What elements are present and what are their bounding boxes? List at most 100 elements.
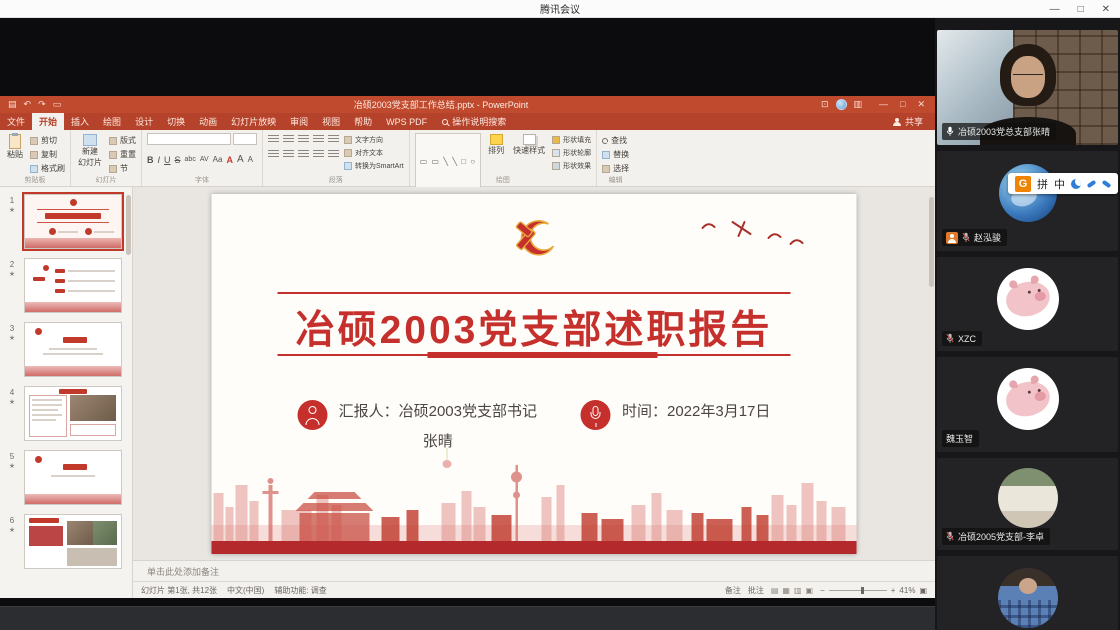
columns-icon[interactable] — [328, 150, 339, 159]
participant-video-tile[interactable]: 冶硕2005党支部-李卓 — [937, 458, 1118, 550]
align-text-button[interactable]: 对齐文本 — [344, 148, 404, 158]
notes-pane[interactable]: 单击此处添加备注 — [133, 560, 935, 581]
numbering-icon[interactable] — [283, 135, 294, 144]
thumbnail-scrollbar[interactable] — [126, 195, 131, 255]
slide-thumbnail[interactable] — [24, 450, 122, 505]
paste-button[interactable]: 粘贴 — [5, 133, 25, 161]
zoom-out-button[interactable]: − — [820, 586, 825, 595]
notes-toggle-button[interactable]: 备注 — [725, 585, 741, 596]
text-shadow-button[interactable]: abc — [185, 156, 196, 163]
reading-view-icon[interactable]: ▥ — [794, 586, 802, 595]
zoom-percentage[interactable]: 41% — [899, 586, 915, 595]
change-case-button[interactable]: Aa — [213, 155, 223, 164]
slide-sorter-view-icon[interactable]: ▦ — [782, 586, 790, 595]
text-direction-button[interactable]: 文字方向 — [344, 135, 404, 145]
minimize-button[interactable]: — — [1050, 4, 1060, 15]
participant-video-tile[interactable]: 冶硕2003党总支部张晴 — [937, 30, 1118, 145]
zoom-in-button[interactable]: + — [891, 586, 896, 595]
redo-icon[interactable]: ↷ — [38, 99, 46, 110]
ribbon-display-options-icon[interactable]: ▥ — [854, 99, 863, 110]
slide-thumbnail[interactable] — [24, 258, 122, 313]
zoom-slider-thumb[interactable] — [861, 587, 864, 594]
time-info[interactable]: 时间：2022年3月17日 — [581, 400, 770, 451]
character-spacing-button[interactable]: AV — [200, 156, 209, 163]
convert-smartart-button[interactable]: 转换为SmartArt — [344, 161, 404, 171]
language-indicator[interactable]: 中文(中国) — [227, 585, 264, 596]
thumbnail-item-6[interactable]: 6★ — [0, 514, 126, 569]
select-button[interactable]: 选择 — [602, 163, 629, 174]
tab-design[interactable]: 设计 — [128, 113, 160, 130]
slide-thumbnail[interactable] — [24, 322, 122, 377]
participant-video-tile[interactable]: XZC — [937, 257, 1118, 351]
strikethrough-button[interactable]: S — [175, 155, 181, 165]
shrink-font-button[interactable]: A — [248, 155, 253, 164]
tab-slideshow[interactable]: 幻灯片放映 — [224, 113, 283, 130]
slideshow-icon[interactable]: ▭ — [53, 99, 62, 110]
new-slide-button[interactable]: 新建 幻灯片 — [76, 133, 104, 169]
normal-view-icon[interactable]: ▤ — [771, 586, 779, 595]
indent-increase-icon[interactable] — [313, 135, 324, 144]
slide-1[interactable]: 冶硕2003党支部述职报告 汇报人：冶硕2003党支部书记 张晴 — [212, 194, 857, 554]
accessibility-status[interactable]: 辅助功能: 调查 — [274, 585, 326, 596]
reset-button[interactable]: 重置 — [109, 149, 136, 160]
slide-canvas[interactable]: 冶硕2003党支部述职报告 汇报人：冶硕2003党支部书记 张晴 — [133, 187, 935, 560]
underline-button[interactable]: U — [164, 155, 171, 165]
slide-title[interactable]: 冶硕2003党支部述职报告 — [212, 299, 857, 355]
tab-animations[interactable]: 动画 — [192, 113, 224, 130]
cut-button[interactable]: 剪切 — [30, 135, 65, 146]
tab-file[interactable]: 文件 — [0, 113, 32, 130]
share-button[interactable]: 共享 — [881, 113, 935, 130]
save-icon[interactable]: ▤ — [8, 99, 17, 110]
comments-toggle-button[interactable]: 批注 — [748, 585, 764, 596]
font-size-box[interactable] — [233, 133, 257, 145]
tab-view[interactable]: 视图 — [315, 113, 347, 130]
layout-button[interactable]: 版式 — [109, 135, 136, 146]
replace-button[interactable]: 替换 — [602, 149, 629, 160]
grow-font-button[interactable]: A — [237, 154, 244, 165]
fit-slide-button[interactable]: ▣ — [919, 586, 927, 595]
presenter-info[interactable]: 汇报人：冶硕2003党支部书记 张晴 — [298, 400, 537, 451]
thumbnail-item-4[interactable]: 4★ — [0, 386, 126, 441]
slide-thumbnail[interactable] — [24, 514, 122, 569]
canvas-scrollbar[interactable] — [929, 197, 934, 287]
section-button[interactable]: 节 — [109, 163, 136, 174]
arrange-button[interactable]: 排列 — [486, 133, 506, 157]
zoom-slider[interactable] — [829, 590, 887, 591]
slideshow-view-icon[interactable]: ▣ — [806, 586, 814, 595]
shape-effects-button[interactable]: 形状效果 — [552, 161, 591, 171]
ime-moon-icon[interactable] — [1071, 179, 1081, 189]
shape-outline-button[interactable]: 形状轮廓 — [552, 148, 591, 158]
tab-home[interactable]: 开始 — [32, 113, 64, 130]
participant-video-tile[interactable]: G 拼 中 赵泓骏 — [937, 151, 1118, 251]
slide-thumbnail[interactable] — [24, 386, 122, 441]
align-left-icon[interactable] — [268, 150, 279, 159]
align-center-icon[interactable] — [283, 150, 294, 159]
thumbnail-item-2[interactable]: 2★ — [0, 258, 126, 313]
font-color-button[interactable]: A — [226, 155, 233, 165]
font-name-box[interactable] — [147, 133, 231, 145]
slide-thumbnail[interactable] — [24, 194, 122, 249]
thumbnail-item-5[interactable]: 5★ — [0, 450, 126, 505]
tab-help[interactable]: 帮助 — [347, 113, 379, 130]
thumbnail-item-3[interactable]: 3★ — [0, 322, 126, 377]
line-spacing-icon[interactable] — [328, 135, 339, 144]
ime-wrench-icon[interactable] — [1102, 179, 1112, 187]
tab-insert[interactable]: 插入 — [64, 113, 96, 130]
tab-draw[interactable]: 绘图 — [96, 113, 128, 130]
format-painter-button[interactable]: 格式刷 — [30, 163, 65, 174]
justify-icon[interactable] — [313, 150, 324, 159]
italic-button[interactable]: I — [158, 155, 161, 165]
copy-button[interactable]: 复制 — [30, 149, 65, 160]
participant-video-tile[interactable] — [937, 556, 1118, 630]
presenter-display-icon[interactable]: ⊡ — [821, 99, 829, 110]
maximize-button[interactable]: □ — [1078, 4, 1084, 15]
indent-decrease-icon[interactable] — [298, 135, 309, 144]
shape-fill-button[interactable]: 形状填充 — [552, 135, 591, 145]
find-button[interactable]: 查找 — [602, 135, 629, 146]
ime-toolbar[interactable]: G 拼 中 — [1008, 173, 1118, 194]
close-button[interactable]: ✕ — [1102, 4, 1110, 15]
thumbnail-item-1[interactable]: 1★ — [0, 194, 126, 249]
quick-styles-button[interactable]: 快速样式 — [511, 133, 547, 157]
tab-review[interactable]: 审阅 — [283, 113, 315, 130]
participant-video-tile[interactable]: 魏玉智 — [937, 357, 1118, 452]
